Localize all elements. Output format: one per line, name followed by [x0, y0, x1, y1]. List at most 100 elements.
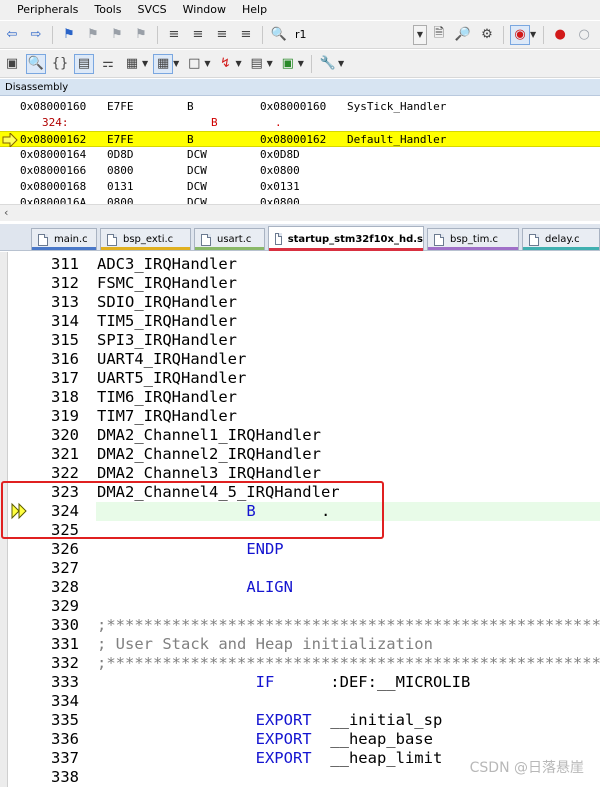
disassembly-panel[interactable]: 0x08000160 E7FE B 0x08000160 SysTick_Han… — [0, 97, 600, 204]
tab-file[interactable]: usart.c — [194, 228, 265, 250]
memory-window-icon[interactable]: ▦ — [153, 53, 174, 74]
disasm-operand: 0x08000160 — [260, 100, 327, 113]
target-dropdown[interactable]: ▼ — [413, 24, 427, 45]
symbols-window-icon[interactable]: {} — [50, 54, 70, 74]
disassembly-row-current[interactable]: 0x08000162 E7FE B 0x08000162 Default_Han… — [0, 131, 600, 147]
chevron-down-icon[interactable]: ▼ — [142, 59, 148, 68]
disassembly-row[interactable]: 0x08000166 0800 DCW 0x0800 — [0, 163, 600, 179]
disasm-opcode: 0131 — [107, 180, 134, 193]
find-in-files-icon[interactable]: 🔍 — [269, 25, 289, 45]
code-line[interactable]: 312 FSMC_IRQHandler — [0, 274, 600, 293]
chevron-down-icon[interactable]: ▼ — [173, 59, 179, 68]
comment-icon[interactable]: ≡ — [212, 25, 232, 45]
breakpoint-icon[interactable]: ● — [550, 25, 570, 45]
debug-session-icon[interactable]: ◉ — [510, 24, 530, 45]
tab-file[interactable]: bsp_tim.c — [427, 228, 519, 250]
toolbar-separator — [262, 25, 263, 44]
tab-file[interactable]: bsp_exti.c — [100, 228, 191, 250]
system-viewer-icon[interactable]: ▣ — [278, 54, 298, 74]
find-icon[interactable]: 🗎 — [429, 25, 449, 45]
code-token: __initial_sp — [311, 711, 443, 729]
toolbox-icon[interactable]: 🔧 — [318, 54, 338, 74]
serial-window-icon[interactable]: □ — [184, 54, 204, 74]
code-line[interactable]: 329 — [0, 597, 600, 616]
code-line[interactable]: 335 EXPORT __initial_sp — [0, 711, 600, 730]
chevron-down-icon[interactable]: ▼ — [267, 59, 273, 68]
chevron-down-icon[interactable]: ▼ — [338, 59, 344, 68]
next-bookmark-icon[interactable]: ⚑ — [107, 25, 127, 45]
chevron-down-icon[interactable]: ▼ — [530, 30, 536, 39]
code-line[interactable]: 336 EXPORT __heap_base — [0, 730, 600, 749]
disassembly-source-row[interactable]: 324: B . — [0, 115, 600, 131]
code-line[interactable]: 330 ;************************************… — [0, 616, 600, 635]
code-line[interactable]: 326 ENDP — [0, 540, 600, 559]
menu-window[interactable]: Window — [175, 0, 234, 20]
tab-color-stripe — [523, 247, 599, 250]
code-line[interactable]: 311 ADC3_IRQHandler — [0, 255, 600, 274]
indent-icon[interactable]: ≡ — [164, 25, 184, 45]
disassembly-window-icon[interactable]: 🔍 — [26, 53, 46, 74]
line-number: 337 — [51, 749, 79, 767]
watermark: CSDN @日落悬崖 — [469, 760, 584, 776]
nav-back-icon[interactable]: ⇦ — [2, 25, 22, 45]
disassembly-horizontal-scrollbar[interactable]: ‹ — [0, 204, 600, 221]
code-line[interactable]: 327 — [0, 559, 600, 578]
menu-tools[interactable]: Tools — [86, 0, 129, 20]
code-token: __heap_base — [311, 730, 433, 748]
disasm-mnemonic: DCW — [187, 164, 207, 177]
code-line[interactable]: 318 TIM6_IRQHandler — [0, 388, 600, 407]
code-line[interactable]: 320 DMA2_Channel1_IRQHandler — [0, 426, 600, 445]
code-line[interactable]: 317 UART5_IRQHandler — [0, 369, 600, 388]
code-line[interactable]: 319 TIM7_IRQHandler — [0, 407, 600, 426]
incremental-find-icon[interactable]: 🔎 — [453, 25, 473, 45]
disassembly-row[interactable]: 0x08000168 0131 DCW 0x0131 — [0, 179, 600, 195]
menu-svcs[interactable]: SVCS — [129, 0, 174, 20]
menu-peripherals[interactable]: Peripherals — [0, 0, 86, 20]
prev-bookmark-icon[interactable]: ⚑ — [83, 25, 103, 45]
tab-file[interactable]: delay.c — [522, 228, 600, 250]
chevron-down-icon[interactable]: ▼ — [235, 59, 241, 68]
code-line[interactable]: 316 UART4_IRQHandler — [0, 350, 600, 369]
registers-window-icon[interactable]: ▤ — [74, 53, 94, 74]
disassembly-row[interactable]: 0x0800016A 0800 DCW 0x0800 — [0, 195, 600, 204]
configure-icon[interactable]: ⚙ — [477, 25, 497, 45]
code-line[interactable]: 333 IF :DEF:__MICROLIB — [0, 673, 600, 692]
menu-help[interactable]: Help — [234, 0, 275, 20]
code-text: ; User Stack and Heap initialization — [96, 635, 600, 654]
command-window-icon[interactable]: ▣ — [2, 54, 22, 74]
code-token: ADC3_IRQHandler — [97, 255, 237, 273]
disassembly-title: Disassembly — [0, 79, 600, 96]
disasm-mnemonic: DCW — [187, 196, 207, 204]
disassembly-row[interactable]: 0x08000160 E7FE B 0x08000160 SysTick_Han… — [0, 99, 600, 115]
code-line[interactable]: 313 SDIO_IRQHandler — [0, 293, 600, 312]
disable-breakpoint-icon[interactable]: ○ — [574, 25, 594, 45]
watch-window-icon[interactable]: ▦ — [122, 54, 142, 74]
code-line[interactable]: 328 ALIGN — [0, 578, 600, 597]
code-line[interactable]: 332 ;************************************… — [0, 654, 600, 673]
scroll-left-icon[interactable]: ‹ — [4, 206, 8, 219]
file-icon — [107, 233, 117, 246]
bookmark-icon[interactable]: ⚑ — [59, 25, 79, 45]
tab-label: startup_stm32f10x_hd.s — [287, 233, 423, 245]
code-line[interactable]: 314 TIM5_IRQHandler — [0, 312, 600, 331]
clear-bookmarks-icon[interactable]: ⚑ — [131, 25, 151, 45]
chevron-down-icon[interactable]: ▼ — [298, 59, 304, 68]
disassembly-row[interactable]: 0x08000164 0D8D DCW 0x0D8D — [0, 147, 600, 163]
analysis-window-icon[interactable]: ↯ — [215, 54, 235, 74]
tab-file[interactable]: main.c — [31, 228, 97, 250]
uncomment-icon[interactable]: ≡ — [236, 25, 256, 45]
code-line[interactable]: 334 — [0, 692, 600, 711]
code-line[interactable]: 331 ; User Stack and Heap initialization — [0, 635, 600, 654]
call-stack-icon[interactable]: ⚎ — [98, 54, 118, 74]
code-text: DMA2_Channel1_IRQHandler — [96, 426, 600, 445]
nav-forward-icon[interactable]: ⇨ — [26, 25, 46, 45]
disasm-symbol: SysTick_Handler — [347, 100, 447, 113]
trace-window-icon[interactable]: ▤ — [247, 54, 267, 74]
chevron-down-icon[interactable]: ▼ — [204, 59, 210, 68]
unindent-icon[interactable]: ≡ — [188, 25, 208, 45]
tab-file[interactable]: startup_stm32f10x_hd.s — [268, 226, 424, 251]
code-line[interactable]: 315 SPI3_IRQHandler — [0, 331, 600, 350]
code-token: TIM6_IRQHandler — [97, 388, 237, 406]
code-line[interactable]: 321 DMA2_Channel2_IRQHandler — [0, 445, 600, 464]
